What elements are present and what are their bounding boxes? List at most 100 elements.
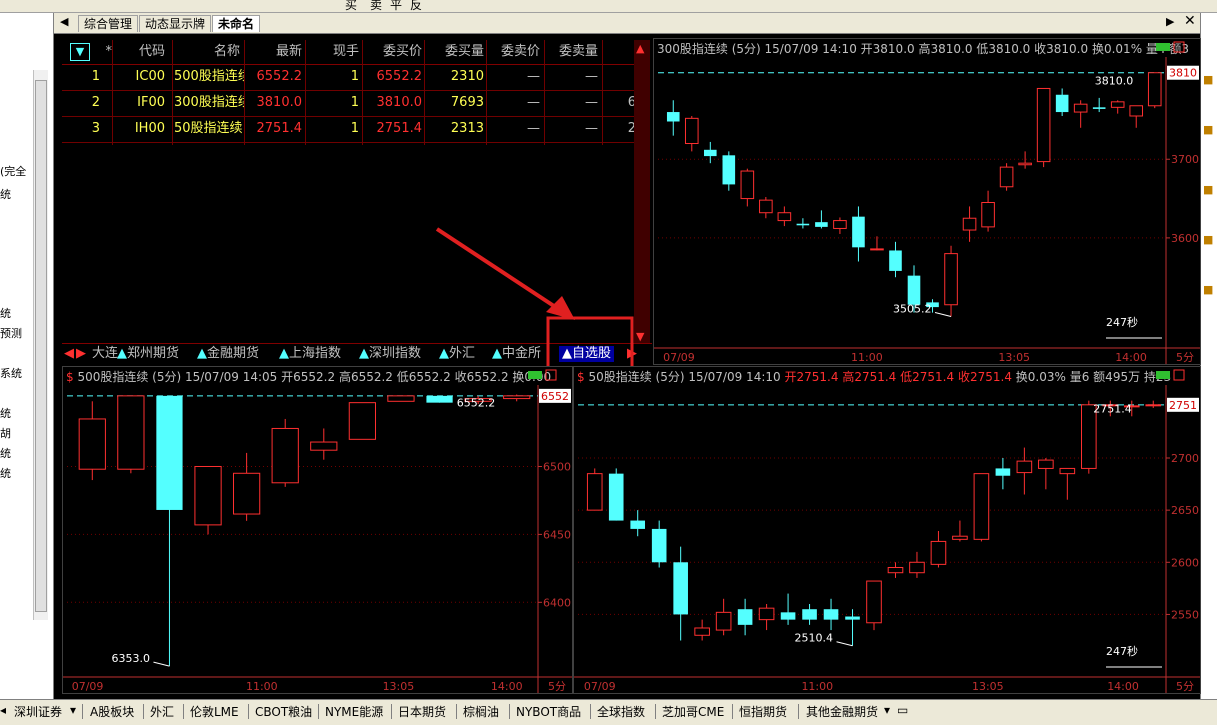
col-header[interactable]: 名称: [172, 43, 240, 61]
right-panel-icon[interactable]: ■: [1203, 123, 1213, 136]
chart-pane-500[interactable]: $ 500股指连续 (5分) 15/07/09 14:05 开6552.2 高6…: [62, 366, 573, 694]
candle-body: [233, 472, 261, 515]
left-item[interactable]: (完全: [0, 163, 26, 179]
bottom-tab[interactable]: NYBOT商品: [516, 703, 581, 720]
bottom-tab[interactable]: 其他金融期货: [806, 703, 878, 720]
right-panel-icon[interactable]: ■: [1203, 73, 1213, 86]
candle-body: [737, 609, 753, 625]
cell-ask: —: [527, 95, 540, 110]
bottom-tab[interactable]: A股板块: [90, 703, 134, 720]
right-panel-icon[interactable]: ■: [1203, 183, 1213, 196]
market-tab[interactable]: ▲郑州期货: [117, 346, 179, 362]
close-icon[interactable]: ✕: [1184, 13, 1196, 29]
bottom-prev-icon[interactable]: ◂: [0, 703, 6, 717]
bottom-tab[interactable]: 深圳证券: [14, 703, 62, 720]
quote-menu-dropdown-icon[interactable]: ▼: [70, 43, 90, 61]
candle-body: [1073, 103, 1088, 113]
col-header[interactable]: 委买量: [426, 43, 484, 61]
tab-right-arrow-icon[interactable]: ▶: [1166, 15, 1174, 28]
market-tab[interactable]: ▲深圳指数: [359, 346, 421, 362]
bottom-tab[interactable]: NYME能源: [325, 703, 383, 720]
quote-scrollbar[interactable]: ▲ ▼: [634, 40, 650, 345]
candle-body: [1092, 107, 1106, 109]
dropdown-icon[interactable]: ▾: [884, 703, 890, 717]
table-row[interactable]: 2 IF00 300股指连续 3810.0 1 3810.0 7693 — — 6: [62, 92, 636, 117]
candle-body: [348, 402, 376, 440]
col-header[interactable]: 委卖价: [486, 43, 540, 61]
scroll-down-icon[interactable]: ▼: [636, 330, 644, 343]
table-row[interactable]: 3 IH00 50股指连续 2751.4 1 2751.4 2313 — — 2: [62, 118, 636, 143]
bottom-menu-icon[interactable]: ▭: [897, 703, 908, 717]
left-item[interactable]: 统: [0, 186, 11, 202]
tab-left-arrow-icon[interactable]: ◀: [60, 15, 68, 28]
market-tab[interactable]: ▲金融期货: [197, 346, 259, 362]
left-item[interactable]: 预测: [0, 325, 22, 341]
market-tab[interactable]: ▲中金所: [492, 346, 541, 362]
left-item[interactable]: 统: [0, 305, 11, 321]
left-item[interactable]: 统: [0, 405, 11, 421]
bottom-tab[interactable]: 恒指期货: [739, 703, 787, 720]
scroll-up-icon[interactable]: ▲: [636, 42, 644, 55]
toolbar-close[interactable]: 平: [390, 0, 402, 12]
dropdown-icon[interactable]: ▾: [70, 703, 76, 717]
candle-body: [962, 217, 977, 231]
right-panel-icon[interactable]: ■: [1203, 233, 1213, 246]
col-header[interactable]: 最新: [247, 43, 302, 61]
candle-body: [909, 561, 925, 574]
col-header[interactable]: *: [100, 43, 113, 61]
maximize-icon: [1173, 369, 1185, 381]
tab-zonghe[interactable]: 综合管理: [78, 15, 139, 32]
chart-pane-50[interactable]: $ 50股指连续 (5分) 15/07/09 14:10 开2751.4 高27…: [573, 366, 1201, 694]
right-panel-icon[interactable]: ■: [1203, 283, 1213, 296]
candle-body: [870, 248, 884, 251]
col-header[interactable]: 现手: [307, 43, 359, 61]
left-item[interactable]: 胡: [0, 425, 11, 441]
left-scrollbar-thumb[interactable]: [35, 80, 47, 612]
x-tick-label: 07/09: [584, 680, 616, 693]
toolbar-reverse[interactable]: 反: [410, 0, 422, 12]
bottom-tab[interactable]: 芝加哥CME: [662, 703, 724, 720]
cell-bid: 6552.2: [376, 69, 423, 84]
bottom-tab[interactable]: 伦敦LME: [190, 703, 239, 720]
cell-ask: —: [527, 69, 540, 84]
bottom-tab[interactable]: 全球指数: [597, 703, 645, 720]
y-tick-label: 3700: [1171, 153, 1199, 166]
market-tab-next-icon[interactable]: ▶: [76, 346, 86, 362]
candle-body: [973, 473, 990, 540]
x-tick-label: 14:00: [1115, 351, 1147, 364]
left-item[interactable]: 统: [0, 465, 11, 481]
toolbar-buy[interactable]: 买: [345, 0, 357, 12]
col-header[interactable]: 代码: [117, 43, 165, 61]
col-header[interactable]: 委买价: [364, 43, 422, 61]
bottom-tab[interactable]: 外汇: [150, 703, 174, 720]
toolbar-sell[interactable]: 卖: [370, 0, 382, 12]
market-tab-prev-icon[interactable]: ◀: [64, 346, 74, 362]
y-tick-label: 6400: [543, 596, 571, 609]
chart-pane-300[interactable]: 300股指连续 (5分) 15/07/09 14:10 开3810.0 高381…: [653, 38, 1201, 365]
market-tab[interactable]: 大连: [92, 346, 118, 362]
bottom-tab[interactable]: 日本期货: [398, 703, 446, 720]
market-tab-selected[interactable]: ▲自选股: [559, 346, 615, 362]
market-tab-scroll-icon[interactable]: ▶: [627, 346, 637, 362]
candle-body: [156, 395, 183, 510]
bottom-tab[interactable]: 棕榈油: [463, 703, 499, 720]
market-tab[interactable]: ▲外汇: [439, 346, 475, 362]
candle-body: [387, 395, 415, 402]
col-header[interactable]: 委卖量: [544, 43, 598, 61]
left-item[interactable]: 统: [0, 445, 11, 461]
cell-vol: 1: [350, 95, 359, 110]
tab-dongtai[interactable]: 动态显示牌: [139, 15, 212, 32]
low-annotation: 6353.0: [111, 652, 150, 665]
left-item[interactable]: 系统: [0, 365, 22, 381]
cell-idx: 1: [91, 69, 100, 84]
low-annotation: 2510.4: [795, 632, 834, 645]
toolbar: 买 卖 平 反: [0, 0, 1217, 13]
market-tab-label: 中金所: [502, 346, 542, 361]
table-row[interactable]: 1 IC00 500股指连续 6552.2 1 6552.2 2310 — —: [62, 66, 635, 91]
candle-body: [759, 199, 773, 214]
bottom-tab[interactable]: CBOT粮油: [255, 703, 312, 720]
tab-weiming[interactable]: 未命名: [212, 15, 261, 32]
market-tab[interactable]: ▲上海指数: [279, 346, 341, 362]
candle-body: [426, 395, 453, 403]
candle-body: [833, 220, 847, 229]
